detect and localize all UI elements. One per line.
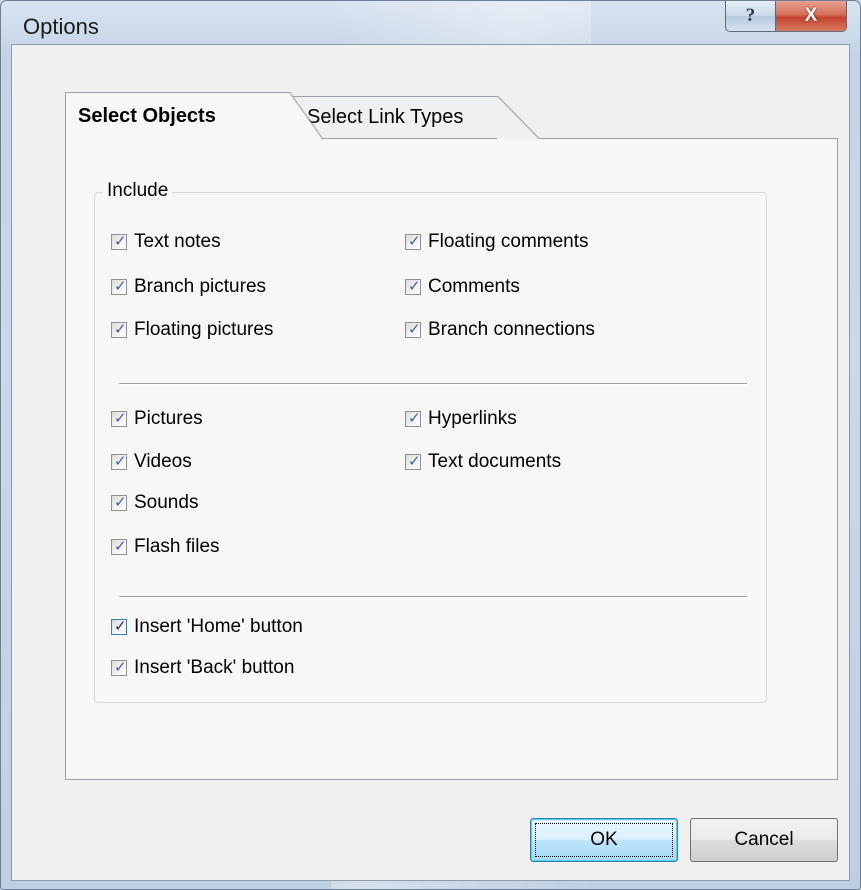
checkbox-box[interactable]: ✓ <box>111 493 127 511</box>
dialog-client-area: Select Objects Select Link Types Include… <box>11 44 850 881</box>
checkmark-icon: ✓ <box>408 409 421 427</box>
checkbox-label: Text notes <box>134 231 221 252</box>
checkbox-box[interactable]: ✓ <box>405 452 421 470</box>
checkbox-box[interactable]: ✓ <box>111 658 127 676</box>
checkbox-box[interactable]: ✓ <box>111 320 127 338</box>
close-button[interactable]: X <box>775 1 847 32</box>
checkbox-floating-comments[interactable]: ✓ Floating comments <box>405 229 589 255</box>
checkbox-label: Videos <box>134 451 192 472</box>
checkbox-label: Floating comments <box>428 231 589 252</box>
checkbox-box[interactable]: ✓ <box>405 277 421 295</box>
checkmark-icon: ✓ <box>114 493 127 511</box>
checkbox-text-documents[interactable]: ✓ Text documents <box>405 449 561 475</box>
ok-button[interactable]: OK <box>530 818 678 862</box>
checkbox-text-notes[interactable]: ✓ Text notes <box>111 229 221 255</box>
checkmark-icon: ✓ <box>408 320 421 338</box>
options-dialog: Options ? X Select Objects Select Link T… <box>0 0 861 890</box>
checkmark-icon: ✓ <box>114 232 127 250</box>
checkbox-box[interactable]: ✓ <box>111 452 127 470</box>
checkmark-icon: ✓ <box>114 617 127 635</box>
checkbox-comments[interactable]: ✓ Comments <box>405 274 520 300</box>
checkbox-videos[interactable]: ✓ Videos <box>111 449 192 475</box>
checkbox-label: Sounds <box>134 492 199 513</box>
checkbox-box[interactable]: ✓ <box>405 409 421 427</box>
checkbox-label: Branch pictures <box>134 276 267 297</box>
focus-ring <box>535 823 673 857</box>
checkbox-branch-connections[interactable]: ✓ Branch connections <box>405 317 595 343</box>
checkbox-box[interactable]: ✓ <box>111 537 127 555</box>
tab-select-objects[interactable]: Select Objects <box>65 92 323 140</box>
question-mark-icon: ? <box>745 5 756 26</box>
checkbox-box[interactable]: ✓ <box>111 232 127 250</box>
tab-panel-select-objects: Include ✓ Text notes ✓ Branch pictures ✓… <box>65 138 838 780</box>
checkbox-label: Insert 'Back' button <box>134 657 295 678</box>
cancel-button[interactable]: Cancel <box>690 818 838 862</box>
checkmark-icon: ✓ <box>114 320 127 338</box>
group-title: Include <box>103 180 173 202</box>
checkbox-label: Hyperlinks <box>428 408 517 429</box>
checkmark-icon: ✓ <box>114 452 127 470</box>
checkmark-icon: ✓ <box>408 452 421 470</box>
checkbox-insert-back-button[interactable]: ✓ Insert 'Back' button <box>111 655 294 681</box>
checkbox-label: Comments <box>428 276 520 297</box>
checkbox-label: Pictures <box>134 408 203 429</box>
checkmark-icon: ✓ <box>114 658 127 676</box>
checkbox-box[interactable]: ✓ <box>405 232 421 250</box>
checkmark-icon: ✓ <box>114 537 127 555</box>
include-group: Include ✓ Text notes ✓ Branch pictures ✓… <box>94 180 767 703</box>
checkbox-hyperlinks[interactable]: ✓ Hyperlinks <box>405 406 517 432</box>
checkbox-label: Flash files <box>134 536 220 557</box>
checkmark-icon: ✓ <box>408 232 421 250</box>
checkmark-icon: ✓ <box>114 409 127 427</box>
checkmark-icon: ✓ <box>114 277 127 295</box>
checkbox-branch-pictures[interactable]: ✓ Branch pictures <box>111 274 266 300</box>
checkbox-box[interactable]: ✓ <box>111 277 127 295</box>
checkbox-label: Insert 'Home' button <box>134 616 303 637</box>
checkbox-sounds[interactable]: ✓ Sounds <box>111 490 198 516</box>
separator <box>119 596 747 598</box>
window-title: Options <box>23 14 99 39</box>
checkbox-pictures[interactable]: ✓ Pictures <box>111 406 203 432</box>
checkbox-insert-home-button[interactable]: ✓ Insert 'Home' button <box>111 614 303 640</box>
checkbox-label: Floating pictures <box>134 319 274 340</box>
checkbox-floating-pictures[interactable]: ✓ Floating pictures <box>111 317 273 343</box>
tab-label: Select Link Types <box>307 106 464 128</box>
tab-label: Select Objects <box>78 104 216 127</box>
close-icon: X <box>804 5 818 26</box>
checkbox-flash-files[interactable]: ✓ Flash files <box>111 534 220 560</box>
cancel-button-label: Cancel <box>734 829 794 850</box>
help-button[interactable]: ? <box>725 1 776 32</box>
checkmark-icon: ✓ <box>408 277 421 295</box>
checkbox-box[interactable]: ✓ <box>111 409 127 427</box>
checkbox-label: Text documents <box>428 451 562 472</box>
checkbox-label: Branch connections <box>428 319 595 340</box>
checkbox-box[interactable]: ✓ <box>111 617 127 635</box>
checkbox-box[interactable]: ✓ <box>405 320 421 338</box>
separator <box>119 383 747 385</box>
